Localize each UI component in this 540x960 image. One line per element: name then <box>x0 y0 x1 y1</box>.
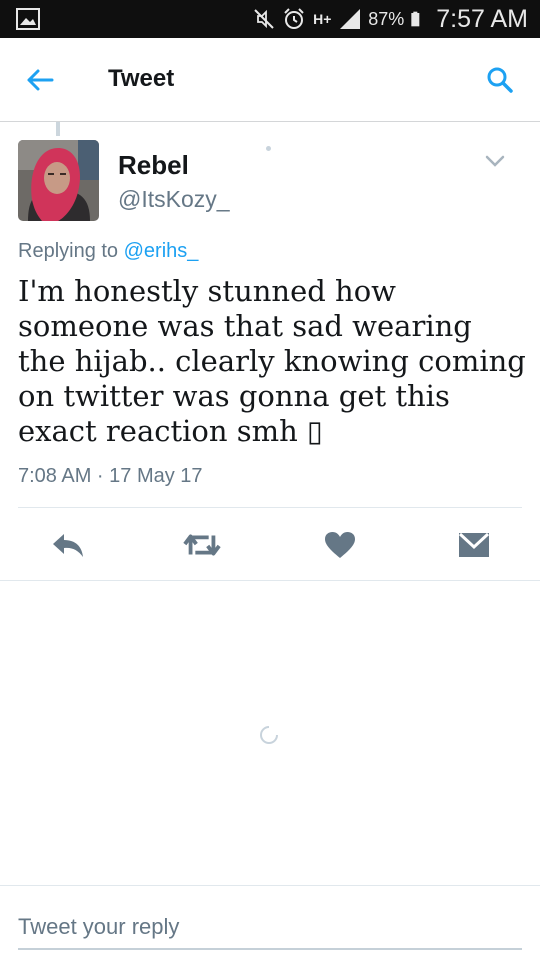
direct-message-icon <box>458 532 490 557</box>
chevron-down-icon[interactable] <box>484 152 506 170</box>
divider <box>0 580 540 581</box>
battery-percent: 87% <box>368 8 405 29</box>
replying-to-prefix: Replying to <box>18 240 124 262</box>
status-bar: H+ 87% 7:57 AM <box>0 0 540 38</box>
retweet-button[interactable] <box>182 528 222 562</box>
loading-spinner-icon <box>260 726 278 744</box>
retweet-icon <box>183 534 221 556</box>
battery-icon <box>411 11 420 27</box>
author-name[interactable]: Rebel <box>118 150 189 181</box>
replying-to-mention[interactable]: @erihs_ <box>124 240 199 262</box>
like-button[interactable] <box>320 528 360 562</box>
reply-bar-divider <box>0 885 540 886</box>
back-arrow-icon <box>27 69 54 91</box>
direct-message-button[interactable] <box>454 528 494 562</box>
signal-icon <box>340 9 361 29</box>
mute-icon <box>254 9 274 29</box>
app-header: Tweet <box>0 38 540 122</box>
replying-to: Replying to @erihs_ <box>18 240 198 263</box>
status-indicators: H+ 87% 7:57 AM <box>252 0 528 38</box>
avatar-photo <box>18 140 99 221</box>
reply-icon <box>53 534 83 557</box>
reply-button[interactable] <box>48 528 88 562</box>
avatar[interactable] <box>18 140 99 221</box>
tweet-text: I'm honestly stunned how someone was tha… <box>18 274 526 448</box>
decorative-dot <box>266 146 271 151</box>
thread-connector <box>56 122 60 136</box>
network-icon: H+ <box>313 11 332 27</box>
like-icon <box>325 532 355 558</box>
search-icon <box>487 67 513 93</box>
search-button[interactable] <box>480 60 520 100</box>
status-time: 7:57 AM <box>436 4 528 33</box>
tweet-timestamp: 7:08 AM · 17 May 17 <box>18 465 203 487</box>
author-handle[interactable]: @ItsKozy_ <box>118 186 230 213</box>
back-button[interactable] <box>20 62 60 98</box>
reply-input[interactable] <box>18 906 522 950</box>
gallery-icon <box>16 8 40 30</box>
page-title: Tweet <box>108 65 175 92</box>
alarm-icon <box>284 8 304 29</box>
tweet-actions <box>0 508 540 580</box>
